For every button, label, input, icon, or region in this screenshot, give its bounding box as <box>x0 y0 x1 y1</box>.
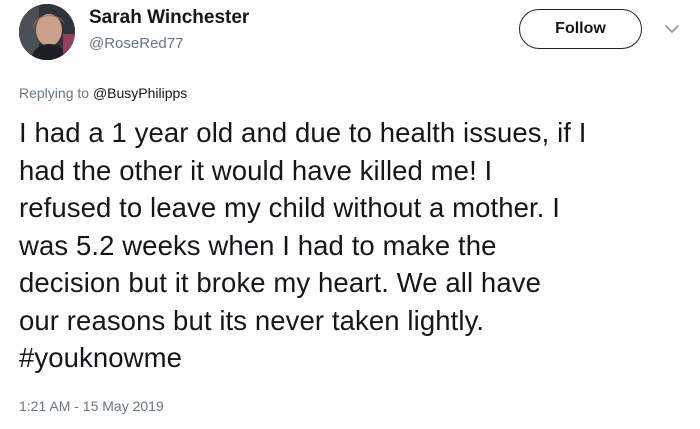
tweet-text: I had a 1 year old and due to health iss… <box>19 114 689 377</box>
tweet-text-line: had the other it would have killed me! I <box>19 154 493 186</box>
display-name[interactable]: Sarah Winchester <box>89 7 249 29</box>
reply-mention-link[interactable]: @BusyPhilipps <box>93 85 187 101</box>
avatar[interactable] <box>19 4 75 60</box>
avatar-photo-icon <box>19 4 75 60</box>
tweet-timestamp[interactable]: 1:21 AM - 15 May 2019 <box>19 398 164 414</box>
tweet-text-line: decision but it broke my heart. We all h… <box>19 267 541 298</box>
replying-to: Replying to @BusyPhilipps <box>19 85 187 101</box>
tweet: Sarah Winchester @RoseRed77 Follow Reply… <box>0 0 700 429</box>
tweet-text-line: was 5.2 weeks when I had to make the <box>19 229 497 261</box>
follow-button[interactable]: Follow <box>519 9 642 49</box>
user-handle[interactable]: @RoseRed77 <box>89 35 183 52</box>
tweet-text-line: refused to leave my child without a moth… <box>19 192 561 223</box>
tweet-text-line: I had a 1 year old and due to health iss… <box>19 117 587 148</box>
tweet-text-line: our reasons but its never taken lightly. <box>19 304 485 336</box>
chevron-down-icon[interactable] <box>664 21 680 37</box>
hashtag-link[interactable]: #youknowme <box>19 339 689 377</box>
replying-to-label: Replying to <box>19 85 90 101</box>
